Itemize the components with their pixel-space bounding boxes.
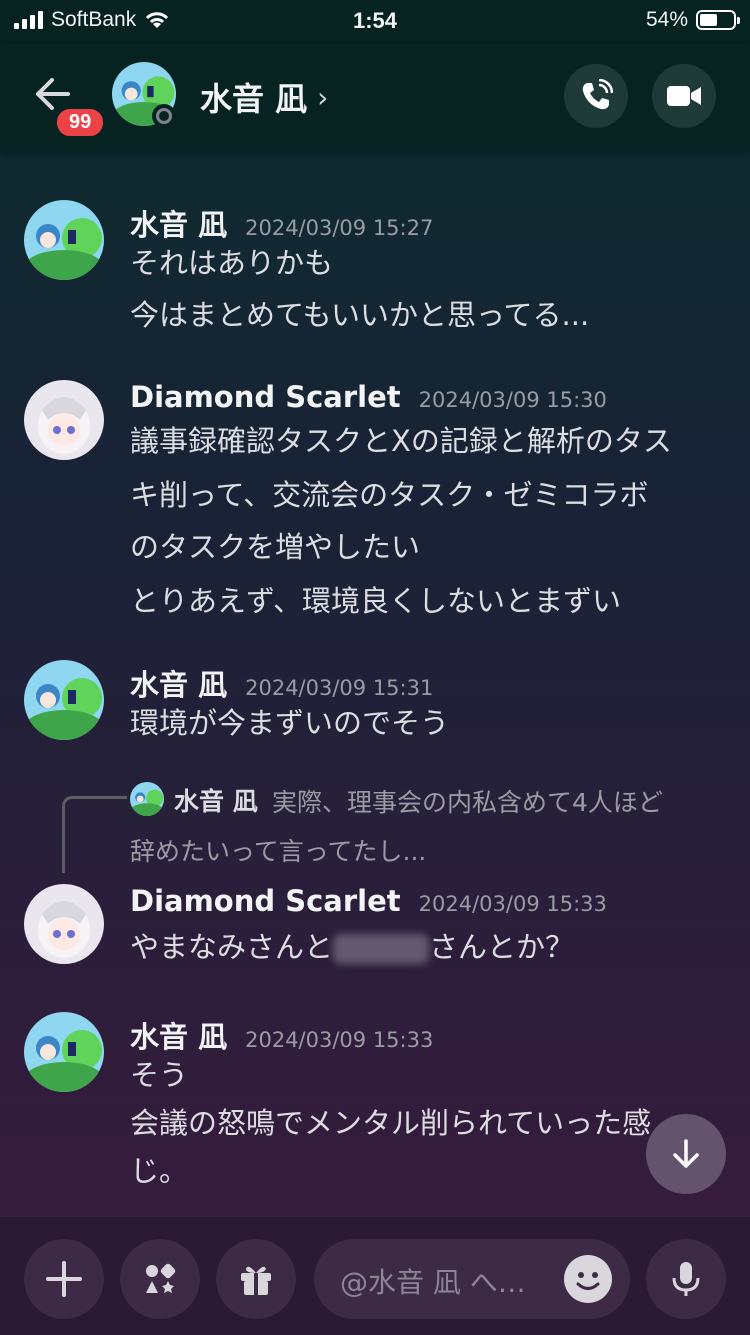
emoji-button[interactable] xyxy=(564,1255,612,1303)
message-meta: 水音 凪 2024/03/09 15:27 xyxy=(130,202,433,244)
message-input[interactable]: @水音 凪 へ… xyxy=(314,1239,630,1319)
message-text: やまなみさんと さんとか？ xyxy=(130,924,574,966)
reply-text: 辞めたいって言ってたし... xyxy=(130,837,427,866)
message-meta: Diamond Scarlet 2024/03/09 15:33 xyxy=(130,884,607,918)
message-text: それはありかも xyxy=(130,246,334,280)
plus-icon xyxy=(46,1261,82,1297)
message-text: 議事録確認タスクとXの記録と解析のタス xyxy=(130,424,672,458)
avatar[interactable] xyxy=(24,1012,104,1092)
status-bar: SoftBank 1:54 54% xyxy=(0,0,750,44)
apps-icon xyxy=(146,1263,176,1293)
message-meta: 水音 凪 2024/03/09 15:33 xyxy=(130,1014,433,1056)
message-meta: 水音 凪 2024/03/09 15:31 xyxy=(130,662,433,704)
author-name[interactable]: 水音 凪 xyxy=(130,202,227,244)
phone-call-icon xyxy=(582,79,613,110)
message-meta: Diamond Scarlet 2024/03/09 15:30 xyxy=(130,380,607,414)
voice-message-button[interactable] xyxy=(646,1239,726,1319)
timestamp: 2024/03/09 15:33 xyxy=(245,1028,434,1052)
message-text-part: さんとか？ xyxy=(429,930,575,964)
reply-connector xyxy=(62,796,127,873)
voice-call-button[interactable] xyxy=(564,64,628,128)
message-text: 今はまとめてもいいかと思ってる... xyxy=(130,298,590,332)
video-camera-icon xyxy=(667,86,701,106)
chevron-right-icon: › xyxy=(317,80,329,114)
attach-button[interactable] xyxy=(24,1239,104,1319)
battery: 54% xyxy=(645,8,740,32)
conversation-name: 水音 凪 xyxy=(200,80,308,118)
avatar[interactable] xyxy=(24,660,104,740)
emoji-icon xyxy=(576,1272,600,1290)
gift-icon xyxy=(241,1266,271,1295)
microphone-icon xyxy=(672,1262,700,1296)
unread-badge: 99 xyxy=(54,106,107,139)
reply-avatar xyxy=(130,782,164,816)
message-input-placeholder: @水音 凪 へ… xyxy=(340,1266,526,1299)
timestamp: 2024/03/09 15:27 xyxy=(245,216,434,240)
clock: 1:54 xyxy=(352,8,398,33)
avatar[interactable] xyxy=(24,200,104,280)
message-text-part: やまなみさんと xyxy=(130,930,334,964)
timestamp: 2024/03/09 15:33 xyxy=(418,892,607,916)
arrow-down-icon xyxy=(673,1139,699,1168)
jump-to-latest-button[interactable] xyxy=(646,1114,726,1194)
author-name[interactable]: Diamond Scarlet xyxy=(130,380,401,414)
reply-text: 実際、理事会の内私含めて4人ほど xyxy=(272,788,663,817)
battery-icon xyxy=(696,10,740,30)
avatar[interactable] xyxy=(24,884,104,964)
message-text: そう xyxy=(130,1058,189,1092)
timestamp: 2024/03/09 15:31 xyxy=(245,676,434,700)
message-text: のタスクを増やしたい xyxy=(130,530,421,564)
message-text: とりあえず、環境良くしないとまずい xyxy=(130,584,621,618)
message-text: キ削って、交流会のタスク・ゼミコラボ xyxy=(130,478,649,512)
offline-status-icon xyxy=(152,104,176,128)
timestamp: 2024/03/09 15:30 xyxy=(418,388,607,412)
chat-header: 99 水音 凪 › xyxy=(0,44,750,152)
redacted-text xyxy=(333,934,430,964)
avatar[interactable] xyxy=(24,380,104,460)
message-text: 会議の怒鳴でメンタル削られていった感 xyxy=(130,1106,652,1140)
apps-button[interactable] xyxy=(120,1239,200,1319)
battery-percent: 54% xyxy=(645,8,688,31)
author-name[interactable]: 水音 凪 xyxy=(130,662,227,704)
conversation-title[interactable]: 水音 凪 › xyxy=(200,74,328,120)
video-call-button[interactable] xyxy=(652,64,716,128)
reply-author: 水音 凪 xyxy=(174,787,258,816)
author-name[interactable]: Diamond Scarlet xyxy=(130,884,401,918)
gift-button[interactable] xyxy=(216,1239,296,1319)
message-text: じ。 xyxy=(130,1154,189,1188)
message-composer: @水音 凪 へ… xyxy=(0,1216,750,1335)
author-name[interactable]: 水音 凪 xyxy=(130,1014,227,1056)
message-text: 環境が今まずいのでそう xyxy=(130,706,450,740)
